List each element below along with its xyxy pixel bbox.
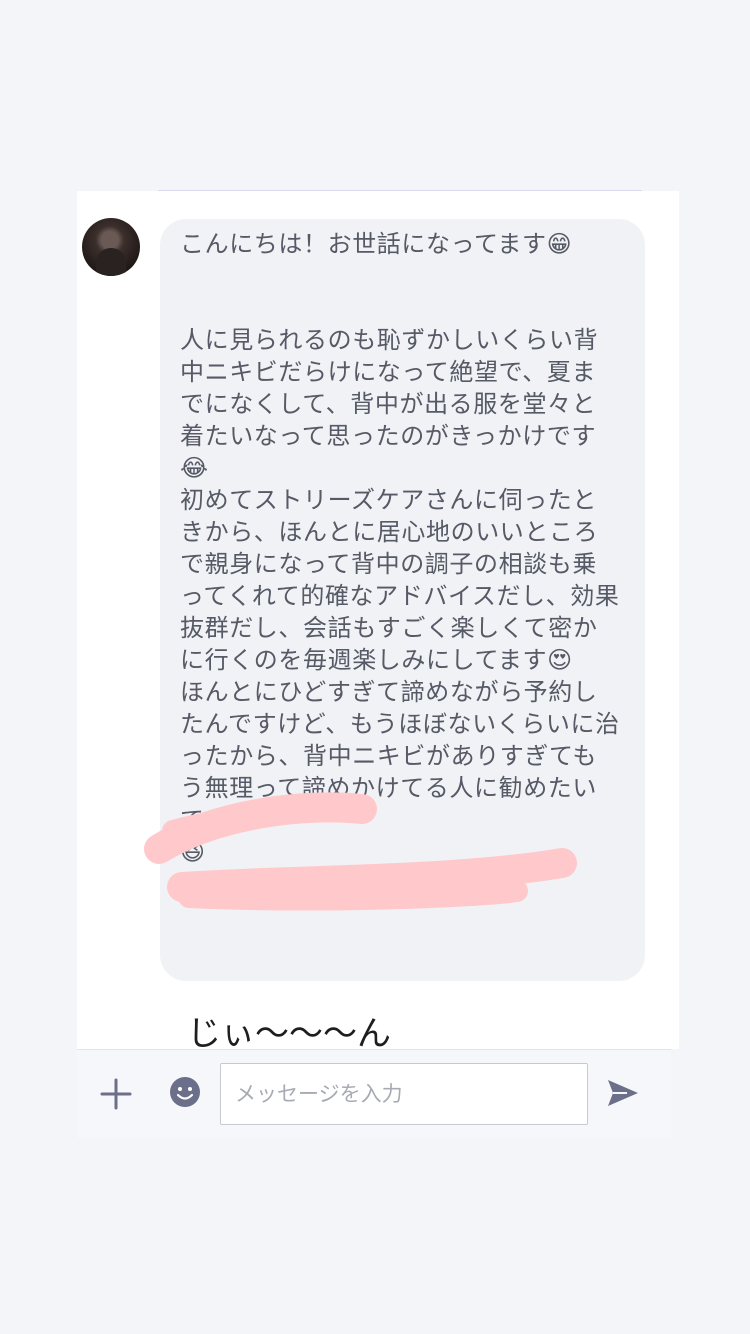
chat-area[interactable]: こんにちは！お世話になってます😁 人に見られるのも恥ずかしいくらい背中ニキビだら… xyxy=(77,191,679,1049)
input-bar xyxy=(77,1049,671,1138)
avatar[interactable] xyxy=(82,218,140,276)
send-icon[interactable] xyxy=(605,1075,641,1111)
plus-icon[interactable] xyxy=(99,1077,133,1111)
handwritten-note: じぃ〜〜〜ん xyxy=(187,1014,391,1049)
message-text: こんにちは！お世話になってます😁 人に見られるのも恥ずかしいくらい背中ニキビだら… xyxy=(180,230,620,866)
svg-text:じぃ〜〜〜ん: じぃ〜〜〜ん xyxy=(187,1014,391,1049)
smiley-icon[interactable] xyxy=(168,1075,202,1109)
message-input[interactable] xyxy=(220,1063,588,1125)
